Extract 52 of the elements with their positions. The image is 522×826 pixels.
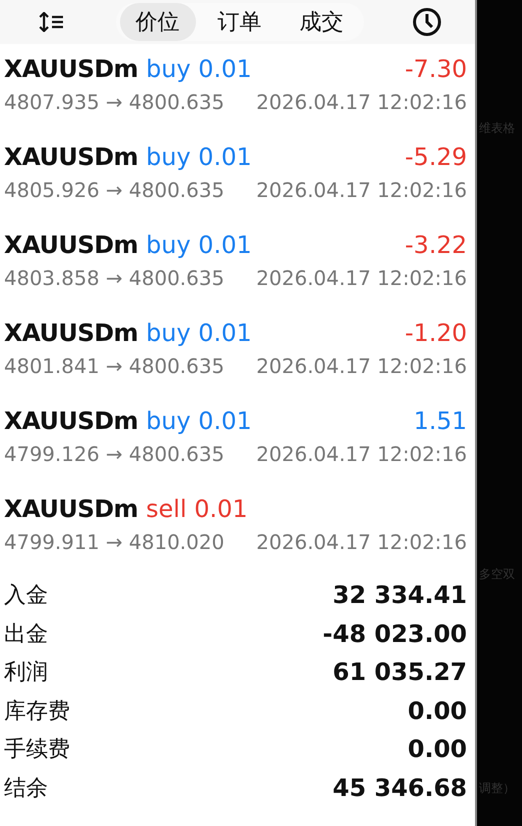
deal-symbol: XAUUSDm xyxy=(4,55,138,83)
deal-side: buy 0.01 xyxy=(146,143,252,171)
deal-time: 2026.04.17 12:02:16 xyxy=(256,178,467,202)
deal-symbol: XAUUSDm xyxy=(4,143,138,171)
deal-prices: 4803.858 → 4800.635 xyxy=(4,266,224,290)
deal-row[interactable]: XAUUSDm buy 0.01 -5.29 4805.926 → 4800.635 2026.04.17 12:02:16 xyxy=(0,132,475,220)
deal-profit: -3.22 xyxy=(404,231,467,259)
deal-prices: 4799.126 → 4800.635 xyxy=(4,442,224,466)
summary-label: 出金 xyxy=(4,620,48,649)
summary-value: 0.00 xyxy=(408,735,467,764)
summary-label: 入金 xyxy=(4,582,48,610)
summary-value: 61 035.27 xyxy=(332,658,467,686)
summary-label: 库存费 xyxy=(4,698,70,726)
deal-side: sell 0.01 xyxy=(146,495,248,523)
deal-symbol: XAUUSDm xyxy=(4,231,138,259)
deal-side: buy 0.01 xyxy=(146,407,252,435)
deal-time: 2026.04.17 12:02:16 xyxy=(256,354,467,378)
summary-value: -48 023.00 xyxy=(322,620,467,648)
deal-symbol: XAUUSDm xyxy=(4,319,138,347)
clock-icon xyxy=(412,7,442,37)
deal-side: buy 0.01 xyxy=(146,319,252,347)
deal-profit: 1.51 xyxy=(414,407,467,435)
deal-prices: 4805.926 → 4800.635 xyxy=(4,178,224,202)
tab[interactable]: 价位 xyxy=(120,3,196,41)
deal-profit: -5.29 xyxy=(404,143,467,171)
summary-value: 45 346.68 xyxy=(332,774,467,802)
tab[interactable]: 成交 xyxy=(284,3,360,41)
deal-prices: 4799.911 → 4810.020 xyxy=(4,530,224,554)
deal-time: 2026.04.17 12:02:16 xyxy=(256,90,467,114)
deal-time: 2026.04.17 12:02:16 xyxy=(256,442,467,466)
deal-symbol: XAUUSDm xyxy=(4,495,138,523)
deal-prices: 4801.841 → 4800.635 xyxy=(4,354,224,378)
deal-profit: -7.30 xyxy=(404,55,467,83)
deal-side: buy 0.01 xyxy=(146,55,252,83)
deal-symbol: XAUUSDm xyxy=(4,407,138,435)
deal-row[interactable]: XAUUSDm buy 0.01 1.51 4799.126 → 4800.635 2026.04.17 12:02:16 xyxy=(0,396,475,484)
deal-side: buy 0.01 xyxy=(146,231,252,259)
summary-label: 手续费 xyxy=(4,736,70,764)
summary-value: 0.00 xyxy=(408,696,467,725)
deal-prices: 4807.935 → 4800.635 xyxy=(4,90,224,114)
sort-icon xyxy=(39,12,65,32)
deal-time: 2026.04.17 12:02:16 xyxy=(256,266,467,290)
tab[interactable]: 订单 xyxy=(202,3,278,41)
deal-row[interactable]: XAUUSDm sell 0.01 4799.911 → 4810.020 2026.04.17 12:02:16 xyxy=(0,484,475,572)
summary-label: 利润 xyxy=(4,659,48,688)
deal-row[interactable]: XAUUSDm buy 0.01 -7.30 4807.935 → 4800.635 2026.04.17 12:02:16 xyxy=(0,44,475,132)
deal-row[interactable]: XAUUSDm buy 0.01 -1.20 4801.841 → 4800.635 2026.04.17 12:02:16 xyxy=(0,308,475,396)
summary-value: 32 334.41 xyxy=(332,581,467,610)
summary-label: 结余 xyxy=(4,774,48,803)
deal-row[interactable]: XAUUSDm buy 0.01 -3.22 4803.858 → 4800.635 2026.04.17 12:02:16 xyxy=(0,220,475,308)
deal-profit: -1.20 xyxy=(404,319,467,347)
deal-time: 2026.04.17 12:02:16 xyxy=(256,530,467,554)
